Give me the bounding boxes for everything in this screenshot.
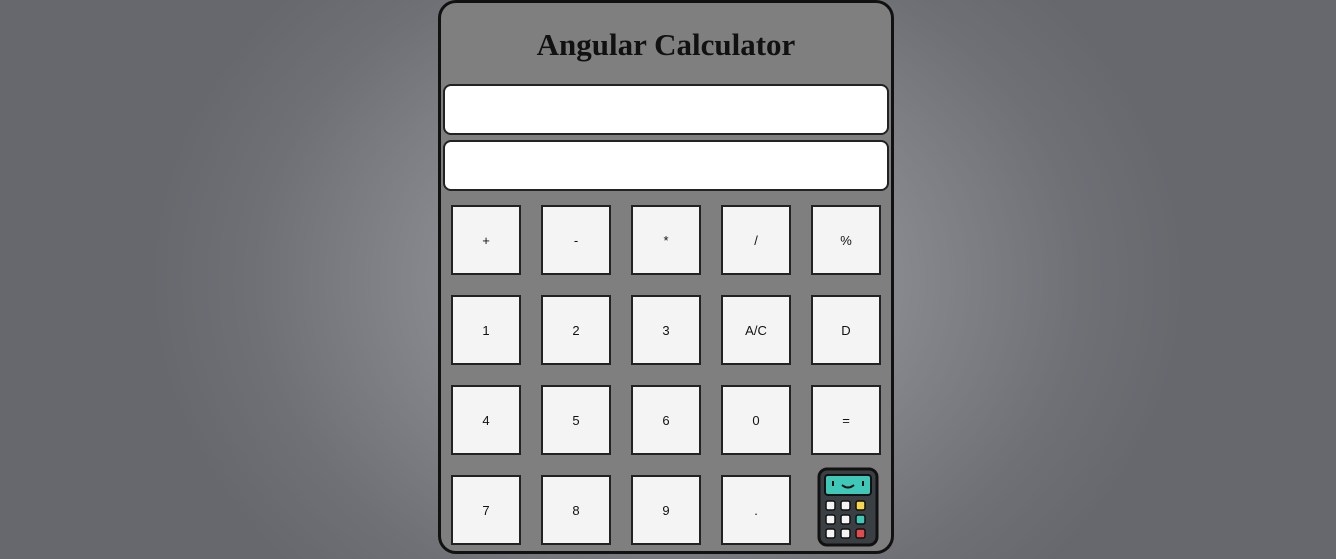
digit-5-button[interactable]: 5: [541, 385, 611, 455]
divide-button[interactable]: /: [721, 205, 791, 275]
page-title: Angular Calculator: [536, 27, 796, 62]
result-display: [443, 140, 889, 191]
delete-button[interactable]: D: [811, 295, 881, 365]
digit-7-button[interactable]: 7: [451, 475, 521, 545]
digit-3-button[interactable]: 3: [631, 295, 701, 365]
digit-2-button[interactable]: 2: [541, 295, 611, 365]
multiply-button[interactable]: *: [631, 205, 701, 275]
digit-8-button[interactable]: 8: [541, 475, 611, 545]
digit-1-button[interactable]: 1: [451, 295, 521, 365]
calculator-panel: Angular Calculator + - * / % 1 2 3 A/C D…: [438, 0, 894, 554]
expression-display: [443, 84, 889, 135]
subtract-button[interactable]: -: [541, 205, 611, 275]
equals-button[interactable]: =: [811, 385, 881, 455]
percent-button[interactable]: %: [811, 205, 881, 275]
digit-4-button[interactable]: 4: [451, 385, 521, 455]
digit-0-button[interactable]: 0: [721, 385, 791, 455]
digit-9-button[interactable]: 9: [631, 475, 701, 545]
digit-6-button[interactable]: 6: [631, 385, 701, 455]
all-clear-button[interactable]: A/C: [721, 295, 791, 365]
calculator-icon: [817, 467, 879, 547]
add-button[interactable]: +: [451, 205, 521, 275]
decimal-button[interactable]: .: [721, 475, 791, 545]
